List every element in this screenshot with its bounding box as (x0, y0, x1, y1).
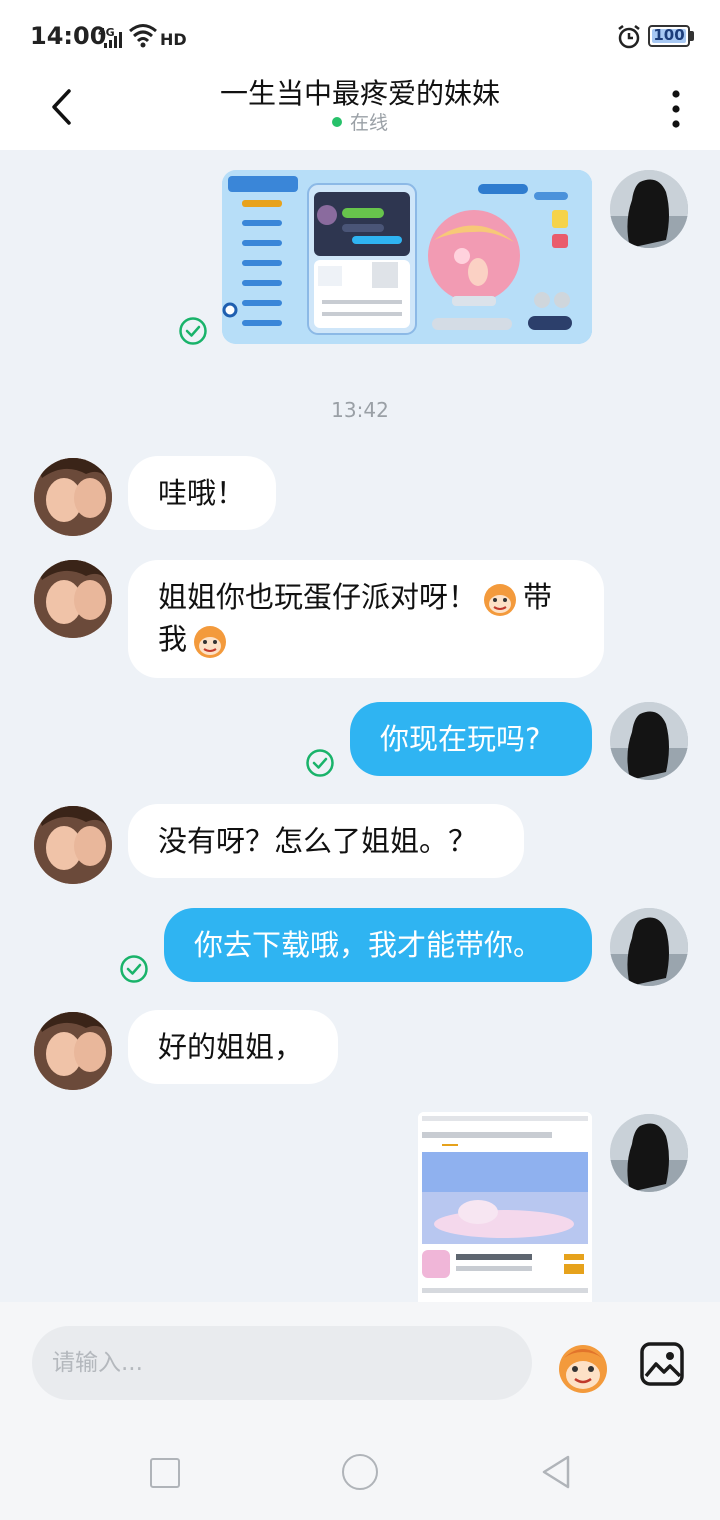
message-bubble-incoming[interactable]: 没有呀？怎么了姐姐。？ (128, 804, 524, 878)
monkey-emoji-icon (194, 626, 227, 658)
chat-messages[interactable]: 13:42 哇哦！ 姐姐你也玩蛋仔派对呀！ 带我 你现在玩吗? 没有呀？怎么了姐姐… (0, 150, 720, 1302)
contact-avatar-image (34, 806, 112, 884)
nav-back-icon[interactable] (540, 1454, 572, 1490)
self-avatar[interactable] (610, 908, 688, 986)
home-button[interactable] (342, 1454, 378, 1490)
contact-avatar[interactable] (34, 458, 112, 536)
message-input-bar (0, 1302, 720, 1422)
image-message-game-profile[interactable] (222, 170, 592, 344)
self-avatar-image (610, 170, 688, 248)
online-status: 在线 (0, 108, 720, 135)
app-store-screenshot-image (418, 1112, 592, 1302)
message-text: 好的姐姐， (158, 1030, 304, 1064)
online-status-label: 在线 (349, 112, 388, 134)
image-icon[interactable] (638, 1340, 686, 1388)
contact-avatar[interactable] (34, 806, 112, 884)
status-bar: 14:00 4G HD 100 (0, 0, 720, 72)
self-avatar[interactable] (610, 170, 688, 248)
wifi-icon (129, 24, 157, 48)
status-time: 14:00 (30, 22, 107, 50)
battery-level: 100 (653, 26, 685, 44)
image-message-app-store[interactable] (418, 1112, 592, 1302)
message-text: 带 (523, 580, 553, 614)
monkey-emoji-icon (484, 584, 517, 616)
message-bubble-incoming[interactable]: 哇哦！ (128, 456, 276, 530)
self-avatar[interactable] (610, 1114, 688, 1192)
chat-header: 一生当中最疼爱的妹妹 在线 (0, 72, 720, 150)
game-screenshot-image (222, 170, 592, 344)
message-text: 姐姐你也玩蛋仔派对呀！ (158, 580, 478, 614)
check-circle-icon (120, 955, 148, 983)
message-text: 我 (158, 622, 188, 656)
check-circle-icon (306, 749, 334, 777)
system-nav-bar (0, 1422, 720, 1520)
message-text: 你现在玩吗? (380, 722, 541, 756)
contact-avatar-image (34, 560, 112, 638)
message-bubble-incoming[interactable]: 姐姐你也玩蛋仔派对呀！ 带我 (128, 560, 604, 678)
message-text: 没有呀？怎么了姐姐。？ (158, 824, 478, 858)
message-input[interactable] (32, 1326, 532, 1400)
self-avatar-image (610, 908, 688, 986)
battery-tip (690, 31, 694, 41)
self-avatar-image (610, 1114, 688, 1192)
chat-title: 一生当中最疼爱的妹妹 (219, 77, 500, 110)
recents-button[interactable] (150, 1458, 180, 1488)
contact-avatar[interactable] (34, 560, 112, 638)
online-dot-icon (331, 116, 342, 127)
message-bubble-incoming[interactable]: 好的姐姐， (128, 1010, 338, 1084)
message-text: 哇哦！ (158, 476, 246, 510)
contact-avatar-image (34, 458, 112, 536)
monkey-emoji-icon[interactable] (554, 1338, 612, 1396)
self-avatar-image (610, 702, 688, 780)
signal-icon (104, 32, 122, 48)
battery-icon: 100 (648, 25, 690, 47)
message-bubble-outgoing[interactable]: 你现在玩吗? (350, 702, 592, 776)
check-circle-icon (179, 317, 207, 345)
alarm-icon (618, 25, 640, 49)
more-vertical-icon[interactable] (662, 82, 690, 132)
hd-badge: HD (160, 30, 187, 49)
message-bubble-outgoing[interactable]: 你去下载哦，我才能带你。 (164, 908, 592, 982)
contact-avatar-image (34, 1012, 112, 1090)
message-text: 你去下载哦，我才能带你。 (194, 928, 543, 962)
contact-avatar[interactable] (34, 1012, 112, 1090)
message-timestamp: 13:42 (331, 398, 389, 422)
self-avatar[interactable] (610, 702, 688, 780)
